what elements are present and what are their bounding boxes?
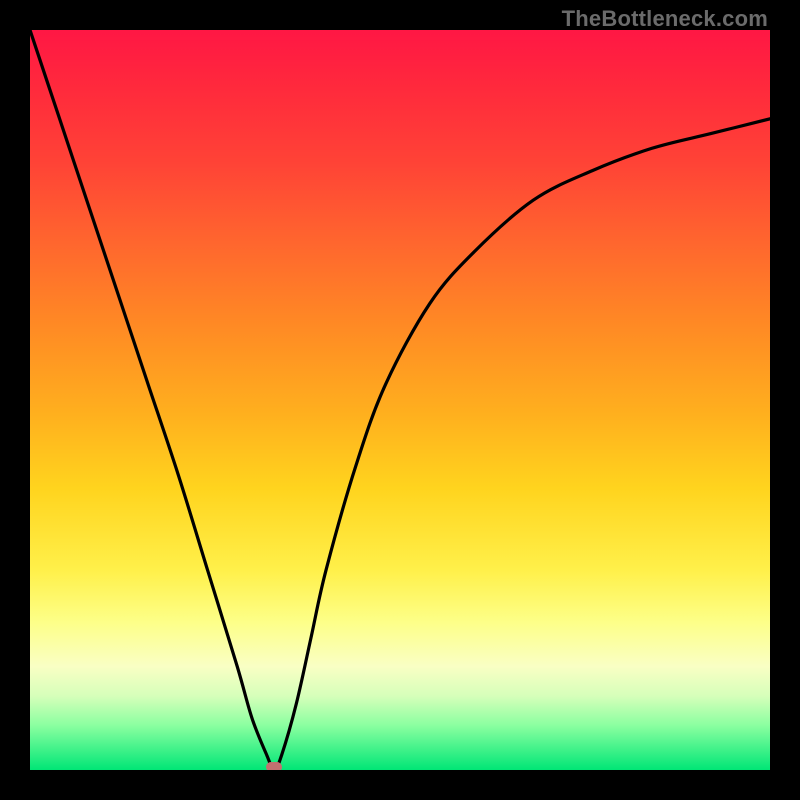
curve-svg (30, 30, 770, 770)
minimum-marker-icon (266, 762, 282, 770)
plot-area (30, 30, 770, 770)
chart-frame: TheBottleneck.com (0, 0, 800, 800)
watermark-label: TheBottleneck.com (562, 6, 768, 32)
bottleneck-curve (30, 30, 770, 770)
